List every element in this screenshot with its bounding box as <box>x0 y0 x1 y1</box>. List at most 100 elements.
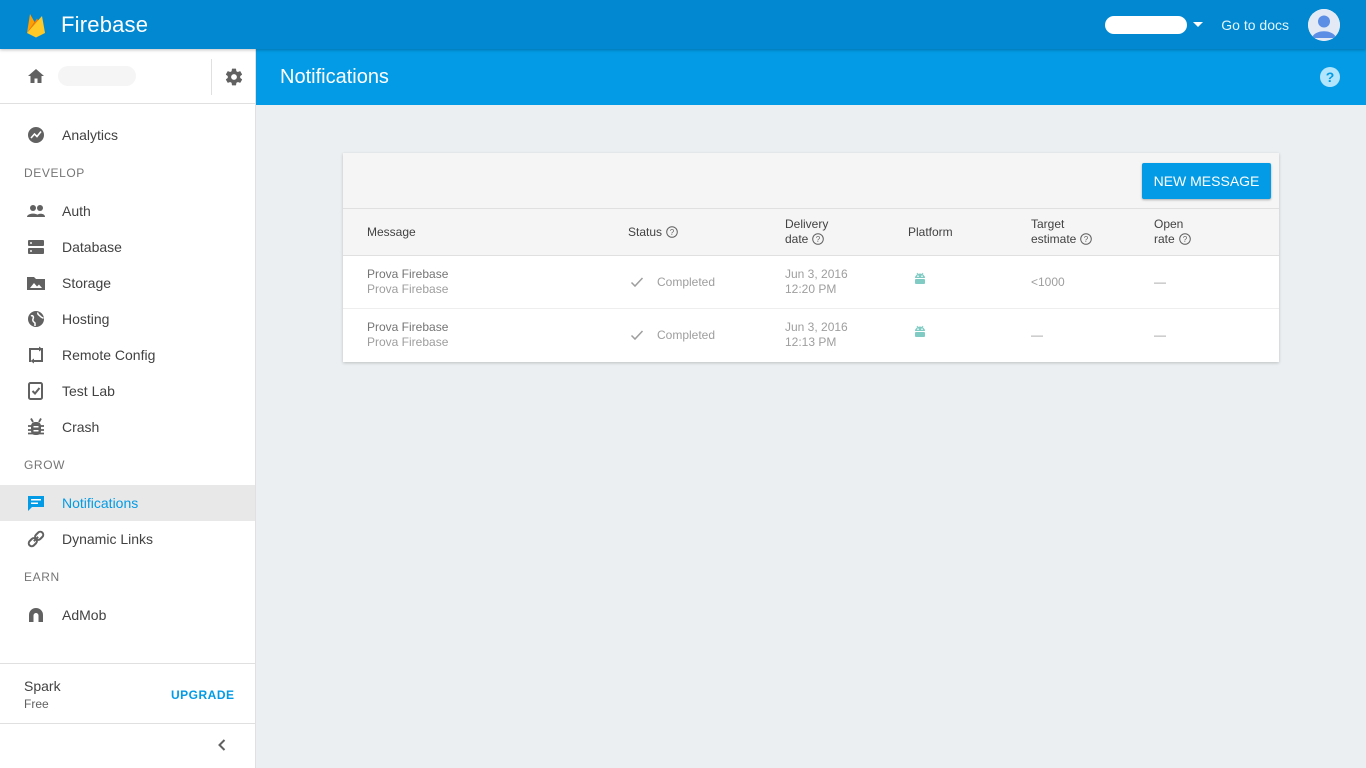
svg-text:?: ? <box>1182 235 1187 244</box>
chevron-down-icon[interactable] <box>1193 22 1204 27</box>
sidebar-item-label: Hosting <box>62 311 110 327</box>
sidebar-item-crash[interactable]: Crash <box>0 409 255 445</box>
column-target-line1: Target <box>1031 217 1065 231</box>
column-delivery-date-line2: date <box>785 232 809 246</box>
svg-text:?: ? <box>1326 69 1335 85</box>
table-row[interactable]: Prova Firebase Prova Firebase Completed Jun… <box>343 256 1279 309</box>
home-icon[interactable] <box>27 67 45 85</box>
column-open-rate-line1: Open <box>1154 217 1184 231</box>
sidebar-item-label: Test Lab <box>62 383 115 399</box>
message-text: Prova Firebase <box>367 335 449 349</box>
sidebar-item-label: Dynamic Links <box>62 531 154 547</box>
sidebar-item-label: Analytics <box>62 127 119 143</box>
table-body: Prova Firebase Prova Firebase Completed Jun… <box>343 256 1279 362</box>
sidebar-item-label: Auth <box>62 203 91 219</box>
check-icon <box>630 328 644 342</box>
sidebar-item-notifications[interactable]: Notifications <box>0 485 255 521</box>
sidebar-section-earn: EARN <box>24 570 60 584</box>
gear-icon[interactable] <box>224 67 244 87</box>
admob-icon <box>26 605 46 625</box>
analytics-icon <box>26 125 46 145</box>
message-title: Prova Firebase <box>367 320 449 334</box>
sidebar-item-label: Crash <box>62 419 100 435</box>
project-selector[interactable] <box>58 66 136 86</box>
question-circle-icon[interactable]: ? <box>1080 233 1093 245</box>
card-toolbar: NEW MESSAGE <box>343 153 1279 209</box>
help-icon[interactable]: ? <box>1320 67 1340 87</box>
delivery-date: Jun 3, 2016 <box>785 267 848 281</box>
android-icon <box>913 272 927 286</box>
sidebar-item-analytics[interactable]: Analytics <box>0 117 255 153</box>
open-rate: — <box>1154 275 1166 289</box>
open-rate: — <box>1154 328 1166 342</box>
question-circle-icon[interactable]: ? <box>666 226 678 238</box>
auth-icon <box>26 201 46 221</box>
page-title: Notifications <box>280 66 389 88</box>
sidebar-item-hosting[interactable]: Hosting <box>0 301 255 337</box>
column-target-estimate: Target estimate? <box>1031 217 1093 247</box>
delivery-date: Jun 3, 2016 <box>785 320 848 334</box>
notifications-card: NEW MESSAGE Message Status? Delivery dat… <box>343 153 1279 362</box>
column-message: Message <box>367 225 416 239</box>
sidebar-item-test-lab[interactable]: Test Lab <box>0 373 255 409</box>
sidebar-item-dynamic-links[interactable]: Dynamic Links <box>0 521 255 557</box>
remote-config-icon <box>26 345 46 365</box>
svg-text:?: ? <box>670 228 675 237</box>
page-header: Notifications ? <box>256 49 1366 105</box>
storage-icon <box>26 273 46 293</box>
sidebar-item-remote-config[interactable]: Remote Config <box>0 337 255 373</box>
question-circle-icon[interactable]: ? <box>1178 233 1191 245</box>
crash-icon <box>26 417 46 437</box>
database-icon <box>26 237 46 257</box>
sidebar-item-label: AdMob <box>62 607 107 623</box>
target-estimate: <1000 <box>1031 275 1065 289</box>
table-row[interactable]: Prova Firebase Prova Firebase Completed Jun… <box>343 309 1279 362</box>
avatar[interactable] <box>1308 8 1340 41</box>
question-circle-icon[interactable]: ? <box>812 233 825 245</box>
column-delivery-date-line1: Delivery <box>785 217 829 231</box>
sidebar-item-label: Remote Config <box>62 347 156 363</box>
account-switcher[interactable] <box>1105 15 1188 34</box>
notifications-icon <box>26 493 46 513</box>
sidebar-section-grow: GROW <box>24 458 66 472</box>
table-header: Message Status? Delivery date? Platform … <box>343 209 1279 256</box>
plan-panel: Spark Free UPGRADE <box>0 663 255 724</box>
project-row <box>0 49 255 104</box>
column-open-rate-line2: rate <box>1154 232 1175 246</box>
sidebar-nav: Analytics DEVELOP Auth Database Storage Hosti… <box>0 104 255 633</box>
brand[interactable]: Firebase <box>25 12 148 38</box>
hosting-icon <box>26 309 46 329</box>
new-message-button[interactable]: NEW MESSAGE <box>1142 163 1271 199</box>
sidebar-section-develop: DEVELOP <box>24 166 85 180</box>
column-status: Status? <box>628 225 678 240</box>
sidebar-item-label: Notifications <box>62 495 139 511</box>
divider <box>211 59 212 95</box>
app-bar: Firebase Go to docs <box>0 0 1366 49</box>
delivery-time: 12:13 PM <box>785 335 837 349</box>
column-status-label: Status <box>628 225 663 239</box>
svg-text:?: ? <box>816 235 821 244</box>
go-to-docs-link[interactable]: Go to docs <box>1221 17 1289 33</box>
message-text: Prova Firebase <box>367 282 449 296</box>
message-title: Prova Firebase <box>367 267 449 281</box>
sidebar-item-label: Database <box>62 239 122 255</box>
check-icon <box>630 275 644 289</box>
sidebar-item-auth[interactable]: Auth <box>0 193 255 229</box>
target-estimate: — <box>1031 328 1043 342</box>
android-icon <box>913 325 927 339</box>
chevron-left-icon[interactable] <box>214 737 230 753</box>
upgrade-button[interactable]: UPGRADE <box>171 688 235 702</box>
sidebar-item-label: Storage <box>62 275 112 291</box>
dynamic-links-icon <box>26 529 46 549</box>
test-lab-icon <box>26 381 46 401</box>
column-delivery-date: Delivery date? <box>785 217 828 247</box>
delivery-time: 12:20 PM <box>785 282 837 296</box>
sidebar-item-database[interactable]: Database <box>0 229 255 265</box>
sidebar-item-storage[interactable]: Storage <box>0 265 255 301</box>
plan-tier: Free <box>24 697 49 711</box>
firebase-logo-icon <box>27 13 45 37</box>
status-text: Completed <box>657 328 716 342</box>
column-platform: Platform <box>908 225 953 239</box>
sidebar: Analytics DEVELOP Auth Database Storage Hosti… <box>0 49 256 768</box>
sidebar-item-admob[interactable]: AdMob <box>0 597 255 633</box>
